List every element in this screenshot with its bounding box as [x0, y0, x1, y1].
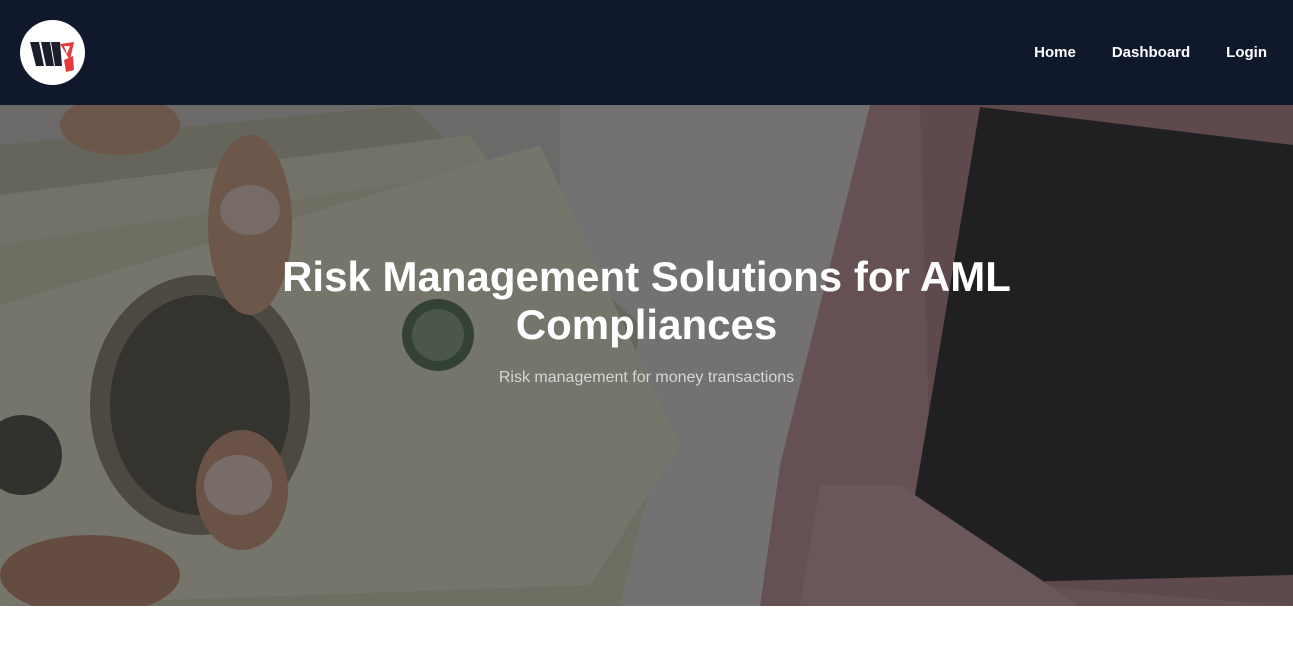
- navbar: Home Dashboard Login: [0, 0, 1293, 105]
- hero-content: Risk Management Solutions for AML Compli…: [0, 253, 1293, 387]
- hero-subtitle: Risk management for money transactions: [498, 369, 795, 386]
- nav-home-link[interactable]: Home: [1034, 44, 1076, 61]
- hero-section: Risk Management Solutions for AML Compli…: [0, 105, 1293, 606]
- hero-title: Risk Management Solutions for AML Compli…: [282, 253, 1011, 348]
- nav-dashboard-link[interactable]: Dashboard: [1112, 44, 1190, 61]
- w4-logo-icon[interactable]: [20, 20, 85, 85]
- content-area: [0, 606, 1293, 668]
- nav-links: Home Dashboard Login: [998, 0, 1267, 105]
- nav-login-link[interactable]: Login: [1226, 44, 1267, 61]
